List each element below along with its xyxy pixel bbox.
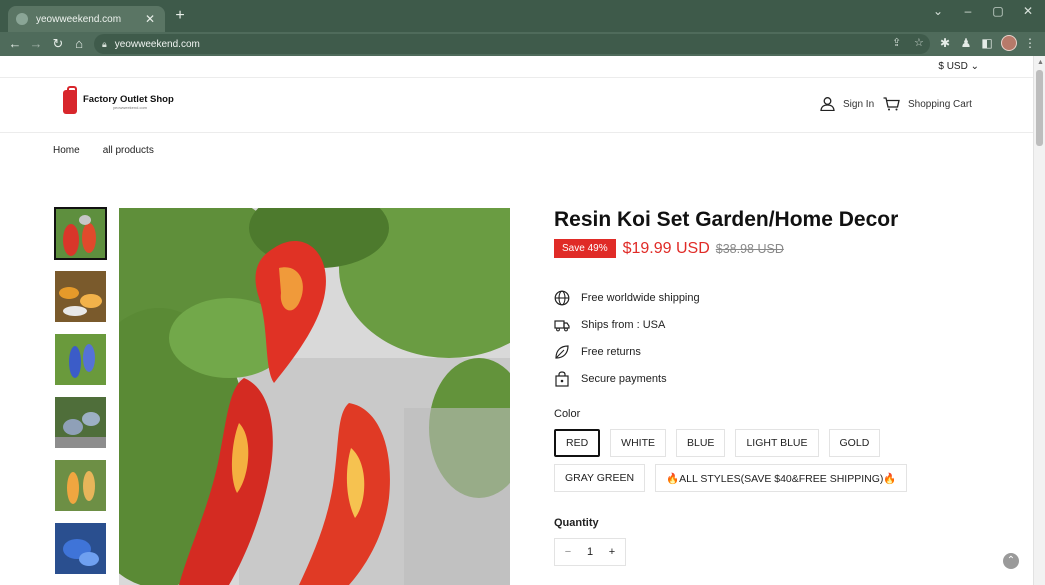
quantity-stepper: − 1 + — [554, 538, 626, 566]
thumbnail-list — [54, 207, 107, 585]
color-label: Color — [554, 408, 581, 420]
thumbnail-4[interactable] — [55, 397, 106, 448]
main-product-image[interactable] — [119, 208, 510, 585]
sign-in-label: Sign In — [843, 98, 875, 110]
currency-label: $ USD — [938, 61, 968, 72]
home-icon[interactable]: ⌂ — [70, 35, 88, 53]
feature-item: Free returns — [554, 338, 700, 365]
color-options: RED WHITE BLUE LIGHT BLUE GOLD GRAY GREE… — [554, 429, 964, 492]
omnibox[interactable]: 🔒︎ yeowweekend.com ⇪ ☆ — [94, 34, 930, 54]
tab-search-icon[interactable]: ⌄ — [928, 4, 948, 18]
extension-icon[interactable]: ♟ — [958, 36, 974, 50]
lock-bag-icon — [555, 370, 569, 387]
color-option-white[interactable]: WHITE — [610, 429, 666, 457]
thumbnail-1[interactable] — [54, 207, 107, 260]
scroll-top-icon[interactable]: ⌃ — [1003, 553, 1019, 569]
color-option-light-blue[interactable]: LIGHT BLUE — [735, 429, 819, 457]
menu-icon[interactable]: ⋮ — [1022, 36, 1038, 50]
cart-label: Shopping Cart — [908, 98, 972, 110]
color-option-gray-green[interactable]: GRAY GREEN — [554, 464, 646, 492]
chevron-down-icon: ⌄ — [970, 61, 979, 72]
divider — [0, 77, 1033, 78]
color-option-gold[interactable]: GOLD — [828, 429, 881, 457]
minimize-icon[interactable]: – — [958, 4, 978, 18]
suitcase-icon — [63, 86, 77, 114]
bookmark-star-icon[interactable]: ☆ — [914, 36, 924, 49]
feature-text: Ships from : USA — [581, 318, 666, 331]
maximize-icon[interactable]: ▢ — [988, 4, 1008, 18]
scroll-up-icon[interactable]: ▲ — [1037, 59, 1044, 66]
thumbnail-2[interactable] — [55, 271, 106, 322]
user-icon — [820, 97, 835, 111]
quantity-label: Quantity — [554, 517, 599, 529]
shopping-cart-link[interactable]: Shopping Cart — [883, 97, 972, 111]
extensions-icon[interactable]: ✱ — [937, 36, 953, 50]
share-icon[interactable]: ⇪ — [892, 36, 901, 49]
quantity-plus-button[interactable]: + — [605, 546, 619, 558]
save-badge: Save 49% — [554, 239, 616, 258]
thumbnail-6[interactable] — [55, 523, 106, 574]
profile-avatar[interactable] — [1001, 35, 1017, 51]
globe-icon — [554, 290, 570, 305]
main-nav: Home all products — [53, 145, 154, 156]
sale-price: $19.99 USD — [622, 239, 710, 257]
feature-text: Free returns — [581, 345, 641, 358]
nav-item-all-products[interactable]: all products — [103, 145, 154, 156]
back-icon[interactable]: ← — [6, 35, 24, 53]
currency-selector[interactable]: $ USD ⌄ — [938, 61, 979, 72]
truck-icon — [554, 319, 570, 331]
tab-close-icon[interactable]: ✕ — [143, 12, 157, 26]
feature-item: Secure payments — [554, 365, 700, 392]
product-title: Resin Koi Set Garden/Home Decor — [554, 208, 899, 231]
compare-price: $38.98 USD — [715, 241, 784, 256]
thumbnail-5[interactable] — [55, 460, 106, 511]
feature-text: Secure payments — [581, 372, 667, 385]
feature-list: Free worldwide shipping Ships from : USA… — [554, 284, 700, 392]
favicon-icon — [16, 13, 28, 25]
color-option-all-styles[interactable]: 🔥ALL STYLES(SAVE $40&FREE SHIPPING)🔥 — [655, 464, 908, 492]
browser-tab-bar: yeowweekend.com ✕ + ⌄ – ▢ ✕ — [0, 0, 1045, 32]
side-panel-icon[interactable]: ◧ — [979, 36, 995, 50]
url-text: yeowweekend.com — [114, 38, 200, 50]
site-logo[interactable]: Factory Outlet Shop yeowweekend.com — [63, 86, 174, 114]
color-option-red[interactable]: RED — [554, 429, 601, 457]
logo-name: Factory Outlet Shop — [83, 94, 174, 105]
color-option-blue[interactable]: BLUE — [676, 429, 726, 457]
leaf-icon — [555, 344, 569, 359]
cart-icon — [883, 97, 900, 111]
web-page: $ USD ⌄ Factory Outlet Shop yeowweekend.… — [0, 56, 1033, 585]
close-window-icon[interactable]: ✕ — [1018, 4, 1038, 18]
sign-in-link[interactable]: Sign In — [820, 97, 874, 111]
nav-item-home[interactable]: Home — [53, 145, 80, 156]
forward-icon[interactable]: → — [27, 35, 45, 53]
quantity-value[interactable]: 1 — [583, 546, 597, 558]
feature-item: Ships from : USA — [554, 311, 700, 338]
thumbnail-3[interactable] — [55, 334, 106, 385]
address-bar-area: ← → ↻ ⌂ 🔒︎ yeowweekend.com ⇪ ☆ ✱ ♟ ◧ ⋮ — [0, 32, 1045, 56]
divider — [0, 132, 1033, 133]
lock-icon: 🔒︎ — [102, 38, 107, 49]
reload-icon[interactable]: ↻ — [49, 35, 67, 53]
tab-title: yeowweekend.com — [36, 13, 122, 25]
scrollbar-thumb[interactable] — [1036, 70, 1043, 146]
logo-domain: yeowweekend.com — [113, 105, 148, 110]
new-tab-button[interactable]: + — [172, 7, 188, 25]
feature-text: Free worldwide shipping — [581, 291, 700, 304]
page-scrollbar[interactable]: ▲ — [1033, 56, 1045, 585]
browser-tab[interactable]: yeowweekend.com ✕ — [8, 6, 165, 32]
feature-item: Free worldwide shipping — [554, 284, 700, 311]
price-row: Save 49% $19.99 USD $38.98 USD — [554, 239, 784, 258]
quantity-minus-button[interactable]: − — [561, 546, 575, 558]
